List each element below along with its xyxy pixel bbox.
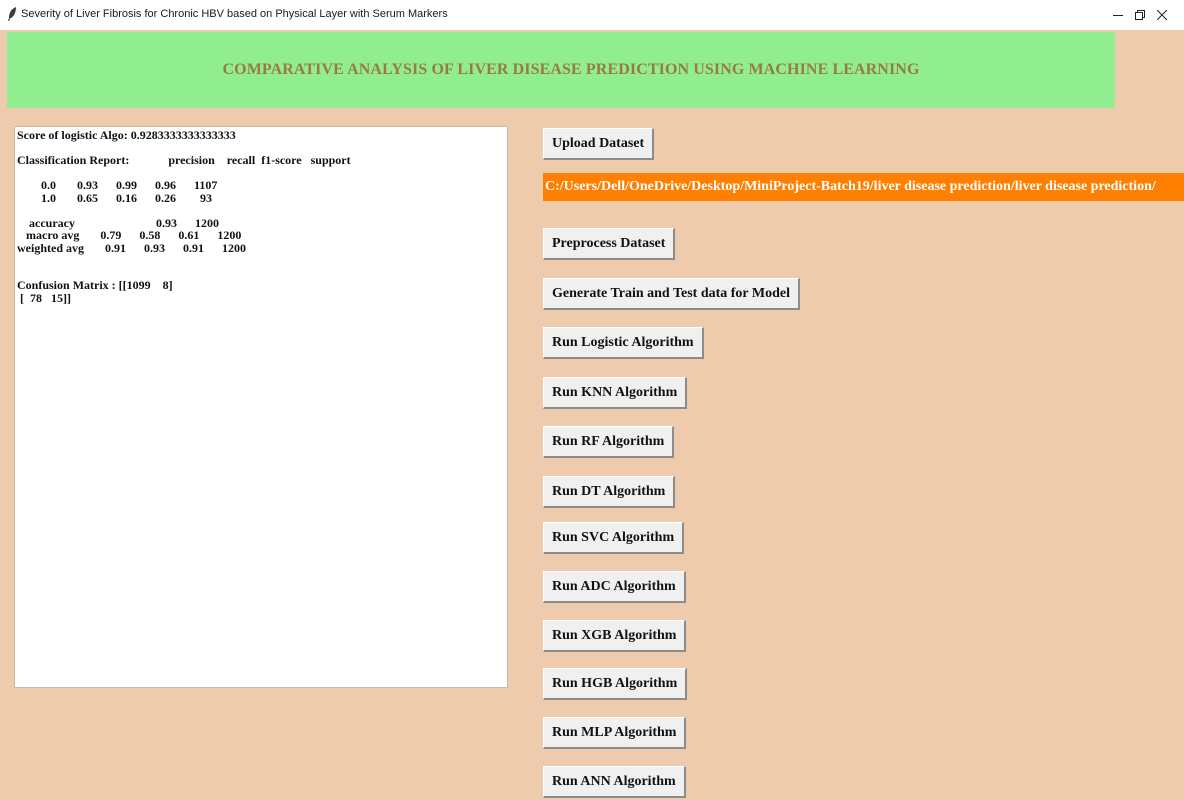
close-button[interactable] xyxy=(1140,0,1184,30)
close-icon xyxy=(1157,10,1167,20)
run-mlp-button[interactable]: Run MLP Algorithm xyxy=(543,717,687,749)
preprocess-dataset-button[interactable]: Preprocess Dataset xyxy=(543,228,676,260)
run-xgb-button[interactable]: Run XGB Algorithm xyxy=(543,620,687,652)
run-dt-button[interactable]: Run DT Algorithm xyxy=(543,476,676,508)
page-title: COMPARATIVE ANALYSIS OF LIVER DISEASE PR… xyxy=(222,61,920,78)
run-adc-button[interactable]: Run ADC Algorithm xyxy=(543,571,686,603)
window-title: Severity of Liver Fibrosis for Chronic H… xyxy=(21,8,448,20)
run-ann-button[interactable]: Run ANN Algorithm xyxy=(543,766,686,798)
header-banner: COMPARATIVE ANALYSIS OF LIVER DISEASE PR… xyxy=(7,32,1115,108)
dataset-path-label: C:/Users/Dell/OneDrive/Desktop/MiniProje… xyxy=(543,173,1184,201)
feather-icon xyxy=(6,6,18,22)
output-text: Score of logistic Algo: 0.92833333333333… xyxy=(17,128,351,305)
run-rf-button[interactable]: Run RF Algorithm xyxy=(543,426,675,458)
window-titlebar: Severity of Liver Fibrosis for Chronic H… xyxy=(0,0,1184,30)
run-logistic-button[interactable]: Run Logistic Algorithm xyxy=(543,327,704,359)
upload-dataset-button[interactable]: Upload Dataset xyxy=(543,128,655,160)
run-knn-button[interactable]: Run KNN Algorithm xyxy=(543,377,688,409)
output-text-area[interactable]: Score of logistic Algo: 0.92833333333333… xyxy=(14,126,508,688)
run-hgb-button[interactable]: Run HGB Algorithm xyxy=(543,668,688,700)
run-svc-button[interactable]: Run SVC Algorithm xyxy=(543,522,685,554)
generate-train-test-button[interactable]: Generate Train and Test data for Model xyxy=(543,278,800,310)
